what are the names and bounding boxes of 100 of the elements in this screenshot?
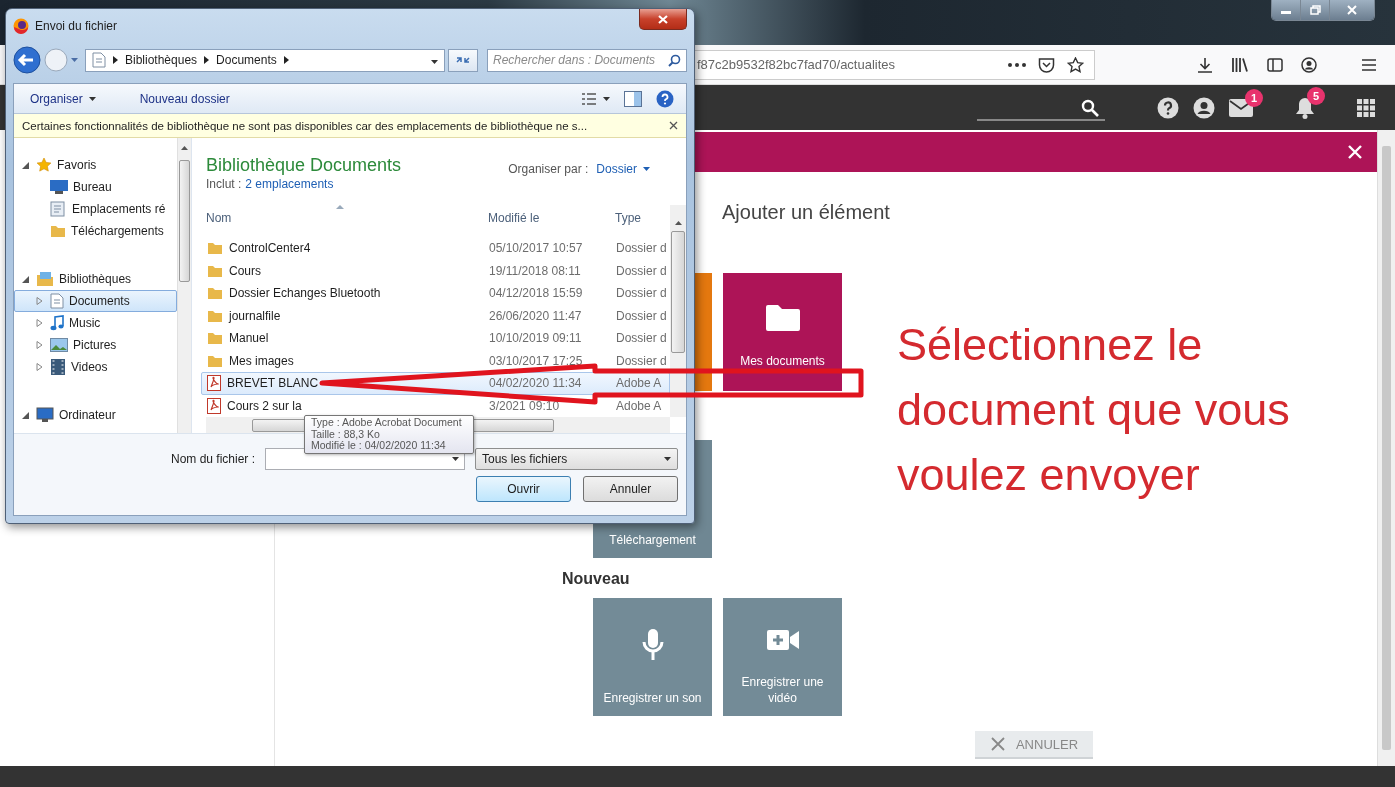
file-row[interactable]: Cours 19/11/2018 08:11 Dossier d: [201, 259, 670, 282]
close-button[interactable]: [639, 9, 687, 30]
document-icon: [92, 52, 106, 68]
collapsed-arrow-icon[interactable]: [35, 340, 45, 350]
tooltip-line: Modifié le : 04/02/2020 11:34: [311, 440, 447, 452]
table-cell-text: 03/10/2017 17:25: [489, 353, 584, 368]
bell-icon[interactable]: [1295, 96, 1315, 119]
file-row[interactable]: Dossier Echanges Bluetooth 04/12/2018 15:59 Dossier d: [201, 282, 670, 305]
vertical-scrollbar[interactable]: [177, 138, 191, 433]
expanded-arrow-icon[interactable]: [21, 410, 31, 420]
microphone-icon: [641, 628, 664, 662]
section-heading: Nouveau: [562, 570, 630, 588]
search-field[interactable]: Rechercher dans : Documents: [487, 48, 687, 72]
folder-icon: [207, 330, 223, 347]
maximize-button[interactable]: [1301, 0, 1330, 20]
menu-tile[interactable]: Enregistrer une vidéo: [723, 598, 842, 716]
folder-icon: [763, 303, 802, 333]
table-cell-text: Dossier d: [616, 353, 668, 368]
table-cell-text: 26/06/2020 11:47: [489, 308, 583, 323]
arrange-dropdown[interactable]: Dossier: [596, 162, 650, 176]
search-icon: [668, 53, 681, 67]
column-header[interactable]: Type: [615, 210, 670, 225]
cancel-button[interactable]: Annuler: [583, 476, 678, 502]
nav-item[interactable]: Ordinateur: [14, 404, 177, 426]
file-name: Cours: [229, 263, 261, 278]
file-row[interactable]: ControlCenter4 05/10/2017 10:57 Dossier d: [201, 237, 670, 260]
close-icon: [1347, 5, 1357, 15]
view-options-button[interactable]: [582, 92, 610, 105]
sidebar-icon[interactable]: [1267, 56, 1283, 73]
file-row[interactable]: Mes images 03/10/2017 17:25 Dossier d: [201, 349, 670, 372]
nav-item[interactable]: Videos: [14, 356, 177, 378]
star-icon[interactable]: [1067, 56, 1084, 73]
more-icon[interactable]: [1008, 62, 1026, 67]
search-icon[interactable]: [1081, 98, 1099, 117]
table-cell-text: 3/2021 09:10: [489, 398, 561, 413]
caret-icon: [88, 96, 96, 101]
file-name: Dossier Echanges Bluetooth: [229, 286, 381, 301]
close-icon[interactable]: [669, 120, 678, 130]
pocket-icon[interactable]: [1038, 56, 1055, 73]
caret-icon: [431, 60, 438, 64]
file-type-dropdown[interactable]: Tous les fichiers: [475, 448, 678, 470]
collapsed-arrow-icon[interactable]: [35, 362, 45, 372]
nav-item[interactable]: Music: [14, 312, 177, 334]
help-icon[interactable]: [1157, 96, 1179, 119]
back-button[interactable]: [13, 46, 41, 74]
scroll-up-arrow-icon[interactable]: [181, 146, 188, 150]
open-button[interactable]: Ouvrir: [476, 476, 571, 502]
menu-tile[interactable]: Mes documents: [723, 273, 842, 391]
nav-item[interactable]: Documents: [14, 290, 177, 312]
document-icon: [50, 293, 64, 309]
view-list-icon: [582, 92, 596, 105]
info-message: Certaines fonctionnalités de bibliothèque ne sont pas disponibles car des emplacements de bibliothèque ne s...: [22, 119, 588, 132]
file-row[interactable]: journalfile 26/06/2020 11:47 Dossier d: [201, 304, 670, 327]
locations-link[interactable]: 2 emplacements: [245, 176, 334, 192]
nav-item[interactable]: Bureau: [14, 176, 177, 198]
restore-icon: [1309, 5, 1321, 15]
mail-icon[interactable]: [1229, 98, 1253, 117]
expanded-arrow-icon[interactable]: [21, 274, 31, 284]
nav-item[interactable]: Bibliothèques: [14, 268, 177, 290]
file-row[interactable]: Cours 2 sur la 3/2021 09:10 Adobe A: [201, 394, 670, 417]
vertical-scrollbar[interactable]: [1377, 130, 1395, 766]
menu-tile[interactable]: Enregistrer un son: [593, 598, 712, 716]
nav-item[interactable]: Favoris: [14, 154, 177, 176]
apps-grid-icon[interactable]: [1357, 98, 1375, 117]
table-cell-text: Dossier d: [616, 308, 668, 323]
help-icon[interactable]: [656, 89, 674, 108]
chevron-icon: [283, 56, 289, 64]
library-icon[interactable]: [1231, 56, 1249, 73]
toolbar-button[interactable]: Organiser: [26, 89, 100, 108]
breadcrumb-bar[interactable]: Bibliothèques Documents: [85, 48, 445, 72]
menu-icon[interactable]: [1361, 57, 1377, 72]
file-name: Mes images: [229, 353, 294, 368]
download-icon[interactable]: [1197, 56, 1213, 73]
column-header[interactable]: Modifié le: [488, 210, 615, 225]
chevron-icon: [113, 56, 118, 64]
nav-item[interactable]: Pictures: [14, 334, 177, 356]
refresh-button[interactable]: [448, 48, 478, 72]
expanded-arrow-icon[interactable]: [21, 160, 31, 170]
table-cell-text: Adobe A: [616, 398, 663, 413]
account-icon[interactable]: [1301, 56, 1317, 73]
recent-places-icon: [50, 201, 67, 217]
nav-item[interactable]: Emplacements ré: [14, 198, 177, 220]
collapsed-arrow-icon[interactable]: [35, 318, 45, 328]
unread-count-badge: 1: [1245, 88, 1263, 107]
vertical-scrollbar[interactable]: [670, 205, 686, 417]
folder-icon: [50, 223, 66, 239]
nav-item[interactable]: Téléchargements: [14, 220, 177, 242]
scroll-up-arrow-icon[interactable]: [674, 221, 682, 225]
toolbar-button[interactable]: Nouveau dossier: [135, 89, 234, 108]
caret-icon: [603, 96, 610, 101]
table-cell-text: Dossier d: [616, 263, 668, 278]
picture-icon: [50, 338, 68, 352]
close-icon: [989, 736, 1006, 752]
file-row[interactable]: Manuel 10/10/2019 09:11 Dossier d: [201, 327, 670, 350]
pdf-file-icon: [207, 397, 221, 414]
column-header[interactable]: Nom: [206, 210, 488, 225]
user-icon[interactable]: [1193, 96, 1215, 119]
minimize-button[interactable]: [1272, 0, 1301, 20]
preview-pane-icon[interactable]: [624, 90, 642, 107]
collapsed-arrow-icon[interactable]: [35, 296, 45, 306]
